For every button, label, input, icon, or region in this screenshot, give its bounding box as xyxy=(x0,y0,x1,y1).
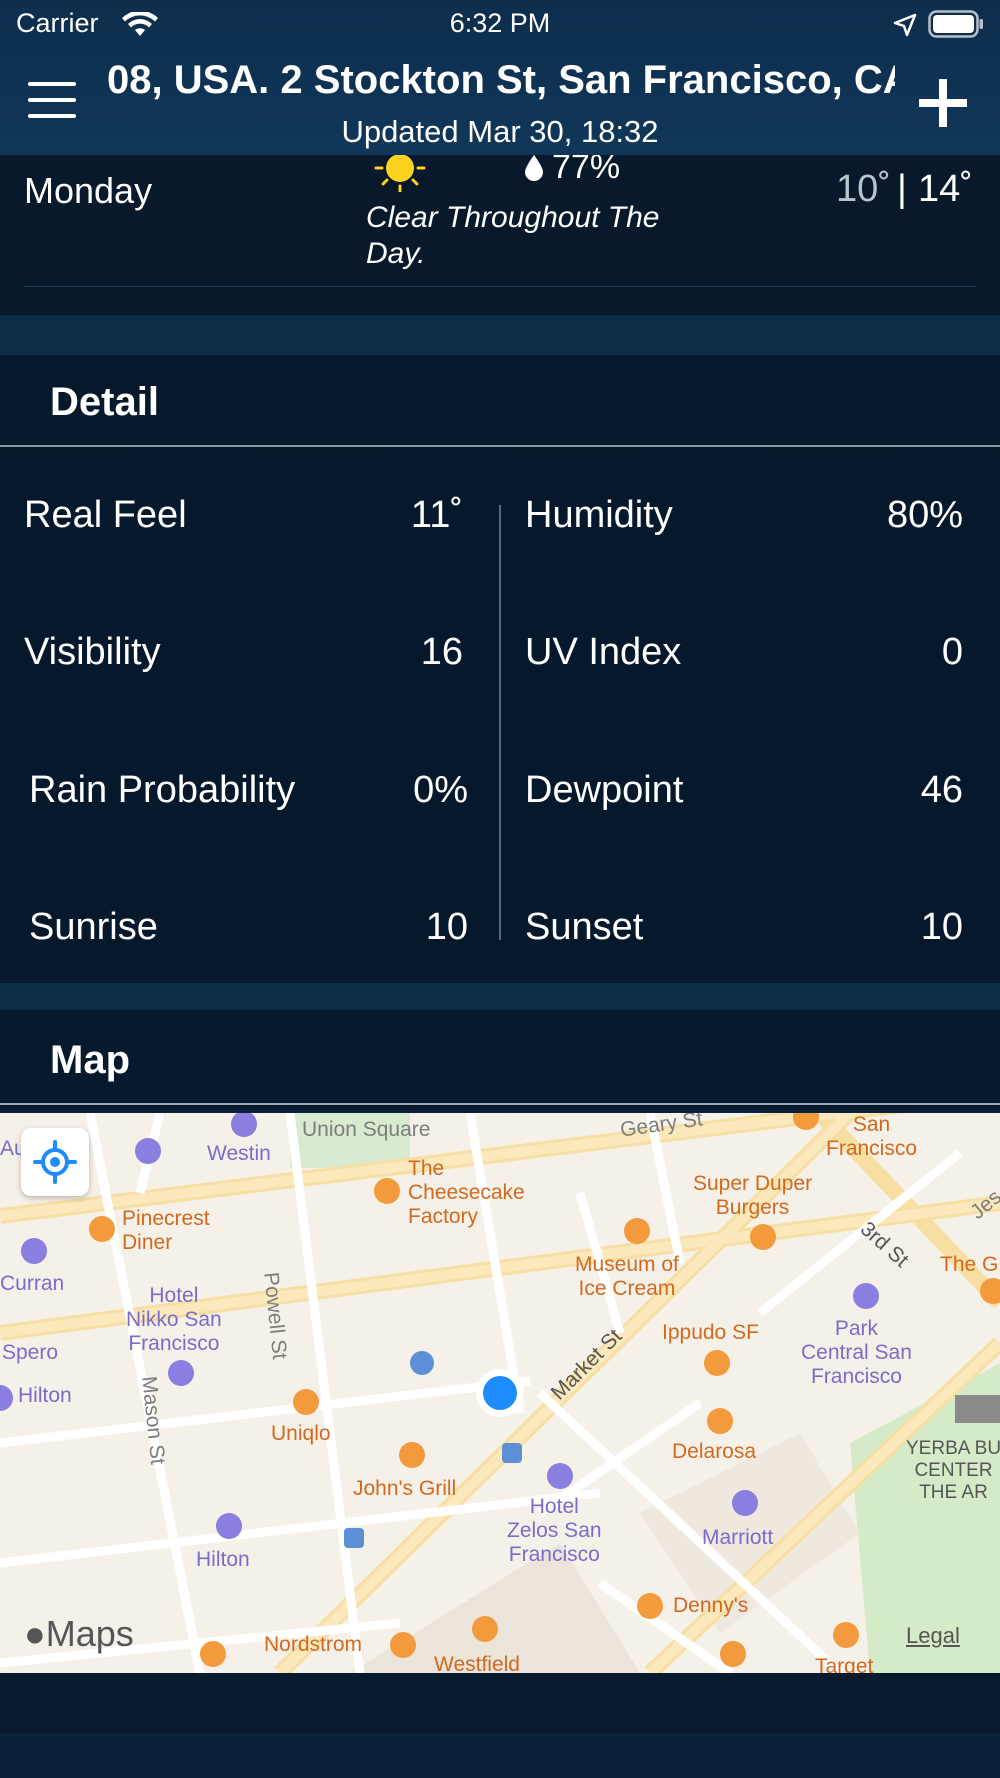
map-label: Hilton xyxy=(18,1384,72,1407)
map-label: YERBA BU CENTER THE AR xyxy=(906,1438,1000,1503)
map-label: Ippudo SF xyxy=(662,1321,759,1344)
divider xyxy=(0,1103,1000,1105)
detail-label-sunrise: Sunrise xyxy=(29,906,158,948)
map-label: Hotel Nikko San Francisco xyxy=(126,1284,222,1355)
detail-value-sunrise: 10 xyxy=(425,906,468,948)
map-label: Marriott xyxy=(702,1526,774,1549)
menu-icon-bar xyxy=(28,98,76,102)
detail-value-uv-index: 0 xyxy=(941,631,963,673)
detail-value-visibility: 16 xyxy=(420,631,463,673)
app-header: Carrier 6:32 PM 08, USA. 2 Stockton St, … xyxy=(0,0,1000,155)
detail-label-dewpoint: Dewpoint xyxy=(525,769,684,811)
updated-timestamp: Updated Mar 30, 18:32 xyxy=(341,114,659,149)
map-label: Westfield xyxy=(434,1653,520,1673)
map-label: Target xyxy=(815,1655,874,1673)
map-label: John's Grill xyxy=(353,1477,457,1500)
detail-label-humidity: Humidity xyxy=(525,494,673,536)
add-location-button[interactable] xyxy=(915,75,971,131)
map-view[interactable]: Union Square Westin Au Hall The Cheeseca… xyxy=(0,1113,1000,1673)
location-arrow-icon xyxy=(893,13,917,37)
location-title: 08, USA. 2 Stockton St, San Francisco, C… xyxy=(107,58,895,108)
detail-label-uv-index: UV Index xyxy=(525,631,682,673)
temp-high: 14˚ xyxy=(918,168,973,210)
detail-section-title: Detail xyxy=(50,380,159,424)
detail-label-sunset: Sunset xyxy=(525,906,644,948)
detail-label-rain-probability: Rain Probability xyxy=(29,769,296,811)
divider xyxy=(0,445,1000,447)
maps-brand-text: Maps xyxy=(45,1613,134,1654)
location-title-text: 08, USA. 2 Stockton St, San Francisco, C… xyxy=(107,58,895,102)
map-label: Curran xyxy=(0,1272,65,1295)
forecast-day: Monday xyxy=(24,170,153,211)
apple-logo-icon: ● xyxy=(24,1613,46,1654)
apple-maps-logo: ●Maps xyxy=(24,1613,134,1655)
column-divider xyxy=(499,505,501,940)
map-label: Nordstrom xyxy=(264,1633,363,1656)
divider xyxy=(24,286,976,287)
map-label: San Francisco xyxy=(826,1113,918,1160)
battery-icon xyxy=(928,10,983,38)
detail-value-rain-probability: 0% xyxy=(413,769,468,811)
status-time: 6:32 PM xyxy=(449,8,551,38)
temp-separator: | xyxy=(897,168,907,210)
map-label: Super Duper Burgers xyxy=(693,1172,813,1219)
map-label: Park Central San Francisco xyxy=(801,1317,912,1388)
map-label: Denny's xyxy=(673,1594,749,1617)
section-spacer xyxy=(0,315,1000,355)
detail-label-real-feel: Real Feel xyxy=(24,494,187,536)
map-label: Pinecrest Diner xyxy=(122,1207,210,1254)
map-label: Union Square xyxy=(302,1118,431,1141)
menu-icon xyxy=(28,82,76,86)
map-label: Uniqlo xyxy=(271,1422,331,1445)
legal-link[interactable]: Legal xyxy=(906,1623,960,1649)
plus-icon-bar xyxy=(919,99,967,107)
map-label: Museum of Ice Cream xyxy=(575,1253,679,1300)
detail-label-visibility: Visibility xyxy=(24,631,161,673)
section-spacer xyxy=(0,1733,1000,1778)
forecast-description: Clear Throughout The Day. xyxy=(366,201,660,270)
map-card xyxy=(0,1010,1000,1110)
detail-value-real-feel: 11˚ xyxy=(410,494,463,536)
section-spacer xyxy=(0,1673,1000,1733)
section-spacer xyxy=(0,983,1000,1010)
detail-value-dewpoint: 46 xyxy=(920,769,963,811)
map-label: The Cheesecake Factory xyxy=(408,1157,525,1228)
map-label: Hotel Zelos San Francisco xyxy=(507,1495,602,1566)
temp-low: 10˚ xyxy=(836,168,891,210)
raindrop-icon xyxy=(525,155,543,181)
map-label: The G xyxy=(940,1253,999,1276)
map-label: Spero xyxy=(2,1341,59,1364)
map-label: Westin xyxy=(207,1142,271,1165)
map-label: Delarosa xyxy=(672,1440,757,1463)
crosshair-icon xyxy=(33,1140,77,1184)
locate-me-button[interactable] xyxy=(21,1128,89,1196)
map-section-title: Map xyxy=(50,1038,130,1082)
map-label: Hilton xyxy=(196,1548,250,1571)
detail-value-humidity: 80% xyxy=(886,494,963,536)
detail-value-sunset: 10 xyxy=(920,906,963,948)
